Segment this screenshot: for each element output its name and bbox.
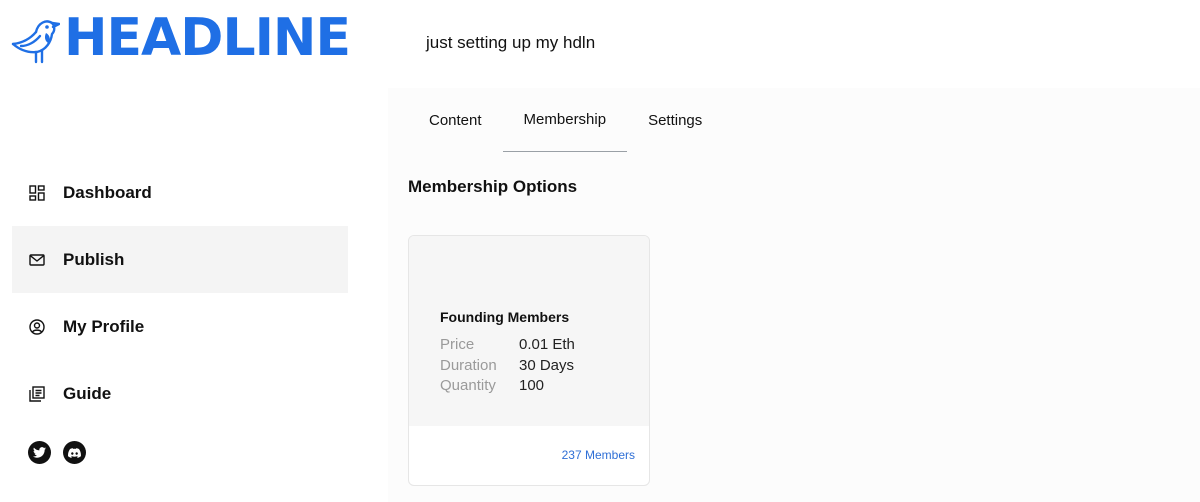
tagline: just setting up my hdln xyxy=(426,33,596,52)
sidebar-item-dashboard[interactable]: Dashboard xyxy=(12,159,348,226)
detail-value: 0.01 Eth xyxy=(519,336,575,353)
user-circle-icon xyxy=(29,318,45,335)
sidebar-item-label: Dashboard xyxy=(63,182,152,202)
detail-key: Quantity xyxy=(440,377,496,394)
detail-key: Price xyxy=(440,336,475,353)
members-count-link[interactable]: 237 Members xyxy=(562,448,635,462)
membership-details: Price 0.01 Eth Duration 30 Days Quantity… xyxy=(440,335,575,397)
tab-content[interactable]: Content xyxy=(408,88,503,152)
social-links xyxy=(28,441,86,464)
sidebar-item-my-profile[interactable]: My Profile xyxy=(12,293,348,360)
discord-icon[interactable] xyxy=(63,441,86,464)
membership-card[interactable]: Founding Members Price 0.01 Eth Duration… xyxy=(408,235,650,486)
membership-title: Founding Members xyxy=(440,309,570,325)
sidebar-item-label: Publish xyxy=(63,249,125,269)
bird-logo-icon xyxy=(11,20,60,64)
envelope-icon xyxy=(29,252,45,268)
brand-name: HEADLINE xyxy=(64,8,351,68)
detail-row-price: Price 0.01 Eth xyxy=(440,335,575,356)
section-title: Membership Options xyxy=(408,177,578,196)
sidebar-item-guide[interactable]: Guide xyxy=(12,360,348,427)
sidebar-item-label: My Profile xyxy=(63,316,145,336)
book-icon xyxy=(29,385,45,402)
sidebar-item-publish[interactable]: Publish xyxy=(12,226,348,293)
detail-value: 30 Days xyxy=(519,356,575,374)
detail-value: 100 xyxy=(519,377,545,394)
sidebar-item-label: Guide xyxy=(63,383,112,403)
tab-membership[interactable]: Membership xyxy=(502,88,628,152)
twitter-icon[interactable] xyxy=(28,441,51,464)
detail-row-duration: Duration 30 Days xyxy=(440,356,575,377)
grid-icon xyxy=(29,184,45,201)
logo[interactable]: HEADLINE xyxy=(10,8,351,68)
detail-key: Duration xyxy=(440,356,497,374)
sidebar: Dashboard Publish My Profile Guide xyxy=(12,159,348,427)
tab-bar: Content Membership Settings xyxy=(408,88,723,152)
tab-settings[interactable]: Settings xyxy=(627,88,723,152)
card-header xyxy=(409,236,649,426)
detail-row-quantity: Quantity 100 xyxy=(440,376,575,397)
